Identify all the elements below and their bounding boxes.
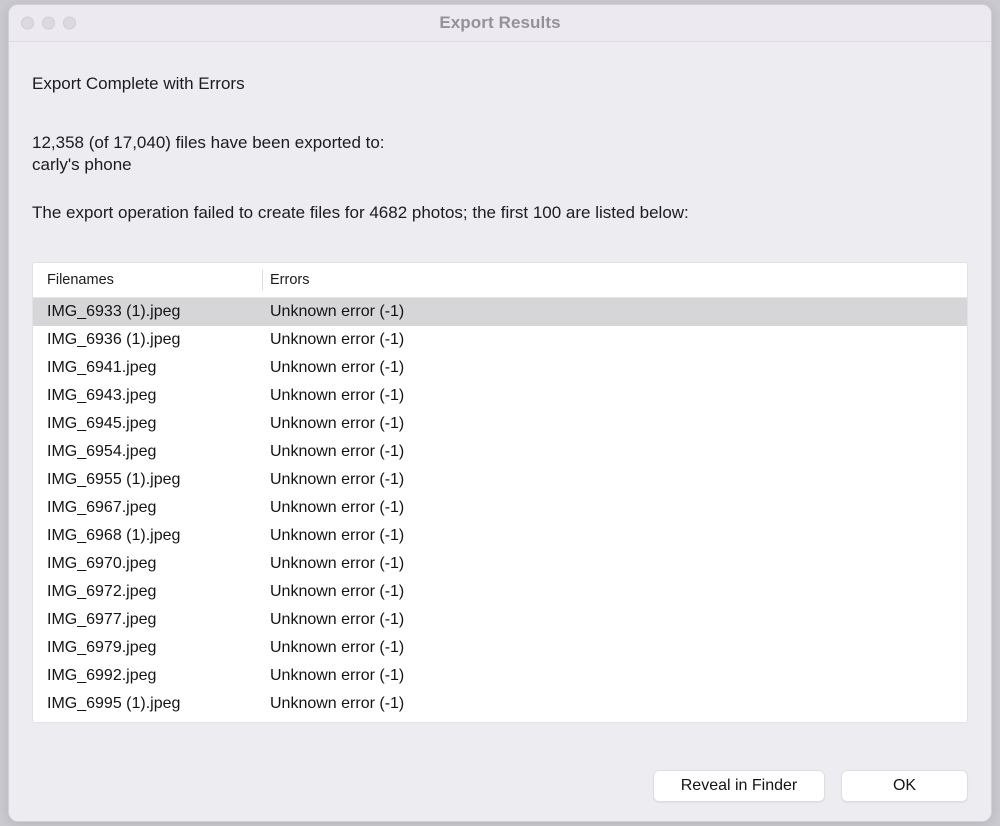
cell-error: Unknown error (-1) [270, 638, 405, 656]
reveal-in-finder-button[interactable]: Reveal in Finder [653, 770, 825, 802]
cell-error: Unknown error (-1) [270, 526, 405, 544]
table-row[interactable]: IMG_6955 (1).jpeg Unknown error (-1) [33, 465, 967, 494]
cell-filename: IMG_6933 (1).jpeg [47, 302, 181, 320]
dialog-body: Export Complete with Errors 12,358 (of 1… [9, 42, 991, 751]
cell-error: Unknown error (-1) [270, 498, 405, 516]
export-summary: 12,358 (of 17,040) files have been expor… [32, 132, 968, 177]
cell-error: Unknown error (-1) [270, 610, 405, 628]
table-row[interactable]: IMG_6977.jpeg Unknown error (-1) [33, 605, 967, 634]
cell-filename: IMG_6992.jpeg [47, 666, 157, 684]
cell-filename: IMG_6943.jpeg [47, 386, 157, 404]
table-row[interactable]: IMG_6936 (1).jpeg Unknown error (-1) [33, 325, 967, 354]
window-title: Export Results [439, 13, 561, 32]
table-row[interactable]: IMG_6995 (1).jpeg Unknown error (-1) [33, 689, 967, 718]
cell-error: Unknown error (-1) [270, 582, 405, 600]
export-summary-line-1: 12,358 (of 17,040) files have been expor… [32, 133, 385, 152]
table-row[interactable]: IMG_6979.jpeg Unknown error (-1) [33, 633, 967, 662]
cell-error: Unknown error (-1) [270, 694, 405, 712]
cell-filename: IMG_6955 (1).jpeg [47, 470, 181, 488]
table-row[interactable]: IMG_6970.jpeg Unknown error (-1) [33, 549, 967, 578]
table-row[interactable]: IMG_6972.jpeg Unknown error (-1) [33, 577, 967, 606]
traffic-light-group [21, 16, 76, 30]
cell-error: Unknown error (-1) [270, 554, 405, 572]
table-row[interactable]: IMG_6967.jpeg Unknown error (-1) [33, 493, 967, 522]
cell-error: Unknown error (-1) [270, 470, 405, 488]
window-titlebar: Export Results [9, 5, 991, 42]
cell-error: Unknown error (-1) [270, 442, 405, 460]
cell-filename: IMG_6945.jpeg [47, 414, 157, 432]
cell-error: Unknown error (-1) [270, 414, 405, 432]
cell-filename: IMG_6967.jpeg [47, 498, 157, 516]
cell-filename: IMG_6970.jpeg [47, 554, 157, 572]
cell-error: Unknown error (-1) [270, 666, 405, 684]
table-row[interactable]: IMG_6954.jpeg Unknown error (-1) [33, 437, 967, 466]
dialog-footer: Reveal in Finder OK [9, 751, 991, 821]
cell-error: Unknown error (-1) [270, 358, 405, 376]
export-results-dialog: Export Results Export Complete with Erro… [8, 4, 992, 822]
table-row[interactable]: IMG_6943.jpeg Unknown error (-1) [33, 381, 967, 410]
column-header-filenames[interactable]: Filenames [33, 272, 262, 288]
minimize-button[interactable] [42, 16, 55, 30]
cell-filename: IMG_6972.jpeg [47, 582, 157, 600]
table-row[interactable]: IMG_6992.jpeg Unknown error (-1) [33, 661, 967, 690]
cell-error: Unknown error (-1) [270, 330, 405, 348]
cell-filename: IMG_6968 (1).jpeg [47, 526, 181, 544]
cell-filename: IMG_6995 (1).jpeg [47, 694, 181, 712]
cell-filename: IMG_6977.jpeg [47, 610, 157, 628]
export-destination: carly's phone [32, 155, 132, 175]
table-row[interactable]: IMG_6941.jpeg Unknown error (-1) [33, 353, 967, 382]
cell-filename: IMG_6941.jpeg [47, 358, 157, 376]
column-resize-handle[interactable] [262, 269, 263, 290]
cell-filename: IMG_6979.jpeg [47, 638, 157, 656]
failure-note: The export operation failed to create fi… [32, 202, 689, 222]
error-table: Filenames Errors IMG_6933 (1).jpeg Unknow… [32, 261, 968, 723]
dialog-heading: Export Complete with Errors [32, 74, 245, 93]
maximize-button[interactable] [63, 16, 76, 30]
cell-error: Unknown error (-1) [270, 386, 405, 404]
table-row[interactable]: IMG_6968 (1).jpeg Unknown error (-1) [33, 521, 967, 550]
cell-filename: IMG_6954.jpeg [47, 442, 157, 460]
table-row[interactable]: IMG_6933 (1).jpeg Unknown error (-1) [33, 297, 967, 326]
column-header-errors[interactable]: Errors [262, 272, 967, 288]
cell-filename: IMG_6936 (1).jpeg [47, 330, 181, 348]
cell-error: Unknown error (-1) [270, 302, 405, 320]
table-header-row: Filenames Errors [33, 262, 967, 298]
table-row[interactable]: IMG_6945.jpeg Unknown error (-1) [33, 409, 967, 438]
ok-button[interactable]: OK [841, 770, 968, 802]
table-body: IMG_6933 (1).jpeg Unknown error (-1) IMG_6… [33, 297, 967, 722]
close-button[interactable] [21, 16, 34, 30]
